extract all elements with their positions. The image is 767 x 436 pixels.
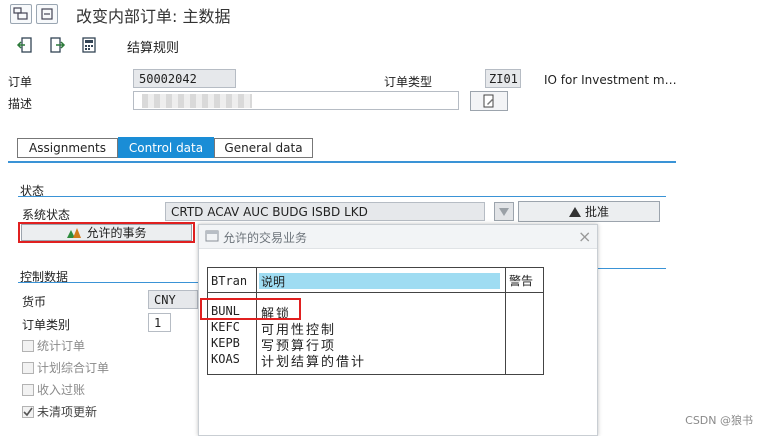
order-field[interactable]: 50002042: [133, 69, 236, 88]
column-header-description: 说明: [259, 273, 500, 289]
window-title: 改变内部订单: 主数据: [76, 7, 231, 26]
settlement-rule-button[interactable]: 结算规则: [127, 37, 179, 56]
revenue-postings-checkbox[interactable]: [22, 383, 34, 396]
calculator-icon[interactable]: [78, 34, 100, 56]
column-header-btran: BTran: [211, 274, 248, 288]
order-category-field[interactable]: 1: [148, 313, 171, 332]
transactions-table: BTran 说明 警告 BUNL 解锁 KEFC 可用性控制 KEPB 写预算行…: [207, 267, 544, 375]
triangle-up-icon: [568, 206, 581, 217]
plan-integrated-label: 计划综合订单: [37, 361, 110, 375]
bunl-row-highlight: [200, 298, 301, 320]
status-dropdown-button[interactable]: [494, 202, 514, 221]
commitment-update-checkbox[interactable]: [22, 405, 34, 418]
table-row-code[interactable]: KOAS: [211, 352, 240, 366]
customize-icon[interactable]: [36, 4, 58, 24]
description-field[interactable]: [133, 91, 459, 110]
allowed-transactions-icon: [67, 227, 82, 238]
approve-button-label: 批准: [584, 205, 609, 219]
order-type-field[interactable]: ZI01: [485, 69, 521, 88]
commitment-update-label: 未清项更新: [37, 405, 98, 419]
checkmark-icon: [23, 407, 33, 416]
statistical-order-label: 统计订单: [37, 339, 86, 353]
approve-button[interactable]: 批准: [518, 201, 660, 222]
tab-assignments[interactable]: Assignments: [17, 138, 118, 158]
edit-text-icon: [483, 94, 494, 108]
allowed-transactions-label: 允许的事务: [86, 226, 147, 240]
long-text-button[interactable]: [470, 91, 508, 111]
system-menu-icon[interactable]: [10, 4, 32, 24]
order-type-label: 订单类型: [384, 75, 433, 89]
plan-integrated-checkbox-row[interactable]: 计划综合订单: [22, 359, 109, 376]
system-status-label: 系统状态: [22, 208, 71, 222]
watermark: CSDN @狼书: [685, 414, 753, 427]
plan-integrated-checkbox[interactable]: [22, 361, 34, 374]
table-row-desc[interactable]: 计划结算的借计: [261, 351, 366, 370]
currency-field[interactable]: CNY: [148, 290, 198, 309]
statistical-order-checkbox-row[interactable]: 统计订单: [22, 337, 85, 354]
allowed-transactions-button[interactable]: 允许的事务: [21, 224, 192, 241]
popup-title: 允许的交易业务: [223, 231, 308, 245]
triangle-down-icon: [499, 207, 509, 216]
tab-underline: [8, 161, 676, 163]
revenue-postings-label: 收入过账: [37, 383, 86, 397]
tab-control-data[interactable]: Control data: [118, 137, 214, 158]
order-label: 订单: [8, 75, 33, 89]
column-divider-2: [505, 268, 506, 374]
column-divider-1: [256, 268, 257, 374]
redacted-text: [142, 94, 252, 108]
order-category-label: 订单类别: [22, 318, 71, 332]
statistical-order-checkbox[interactable]: [22, 339, 34, 352]
allowed-transactions-popup: 允许的交易业务 × BTran 说明 警告 BUNL 解锁 KEFC 可用性控制…: [198, 224, 598, 436]
forward-icon[interactable]: [46, 34, 68, 56]
control-divider-right: [598, 268, 666, 269]
order-type-description: IO for Investment m…: [544, 73, 677, 87]
currency-label: 货币: [22, 295, 47, 309]
tab-general-data[interactable]: General data: [214, 138, 313, 158]
back-icon[interactable]: [14, 34, 36, 56]
commitment-update-checkbox-row[interactable]: 未清项更新: [22, 403, 97, 420]
status-divider: [18, 196, 666, 197]
table-row-code[interactable]: KEPB: [211, 336, 240, 350]
column-header-warning: 警告: [509, 274, 534, 288]
system-status-field[interactable]: CRTD ACAV AUC BUDG ISBD LKD: [165, 202, 485, 221]
table-row-code[interactable]: KEFC: [211, 320, 240, 334]
close-icon[interactable]: ×: [578, 227, 591, 246]
description-label: 描述: [8, 97, 33, 111]
control-divider: [18, 282, 199, 283]
popup-window-icon: [205, 230, 219, 245]
revenue-postings-checkbox-row[interactable]: 收入过账: [22, 381, 85, 398]
